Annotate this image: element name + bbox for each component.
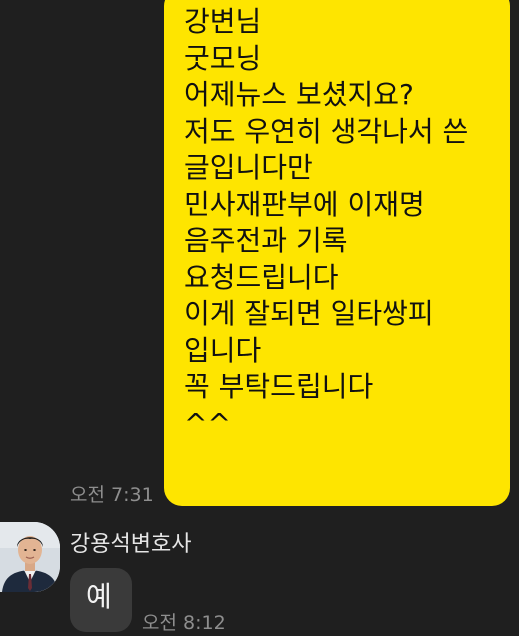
message-line: 글입니다만	[184, 151, 313, 184]
incoming-message-text: 예	[86, 580, 112, 613]
message-line: 저도 우연히 생각나서 쓴	[184, 114, 469, 148]
sender-avatar[interactable]	[0, 522, 60, 592]
message-line: 음주전과 기록	[184, 224, 348, 257]
sender-name[interactable]: 강용석변호사	[70, 532, 191, 558]
message-line: ^^	[184, 406, 231, 440]
message-line: 요청드립니다	[184, 260, 339, 294]
message-line: 이게 잘되면 일타쌍피	[184, 297, 434, 330]
message-line: 강변님	[184, 5, 262, 38]
message-line: 굿모닝	[184, 41, 262, 75]
message-line: 입니다	[184, 333, 262, 367]
person-avatar-icon	[0, 522, 60, 592]
outgoing-message-bubble[interactable]: 강변님 굿모닝 어제뉴스 보셨지요? 저도 우연히 생각나서 쓴 글입니다만 민…	[164, 0, 510, 506]
message-line: 꼭 부탁드립니다	[184, 370, 374, 403]
chat-thread: 강변님 굿모닝 어제뉴스 보셨지요? 저도 우연히 생각나서 쓴 글입니다만 민…	[0, 0, 519, 636]
message-line: 어제뉴스 보셨지요?	[184, 78, 414, 111]
outgoing-message-timestamp: 오전 7:31	[70, 484, 154, 506]
incoming-message-bubble[interactable]: 예	[70, 568, 132, 632]
incoming-message-timestamp: 오전 8:12	[142, 612, 226, 634]
message-line: 민사재판부에 이재명	[184, 187, 425, 221]
